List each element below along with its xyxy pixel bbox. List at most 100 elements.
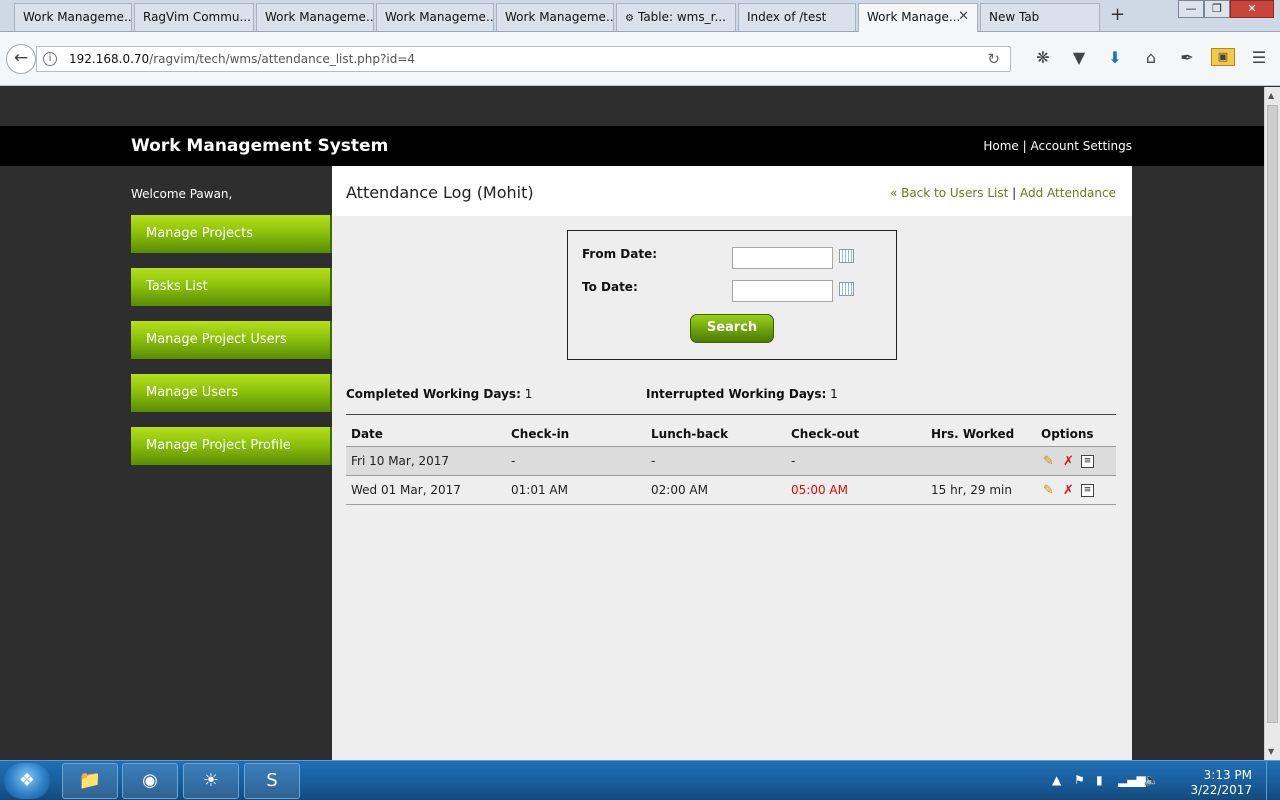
column-header: Lunch-back <box>646 414 786 447</box>
home-icon[interactable]: ⌂ <box>1133 48 1169 67</box>
details-list-icon[interactable]: ≡ <box>1081 454 1094 468</box>
sidebar-item-manage-projects[interactable]: Manage Projects <box>131 215 332 253</box>
minimize-icon[interactable]: — <box>1178 0 1204 18</box>
url-host: 192.168.0.70 <box>69 52 150 66</box>
action-center-flag-icon[interactable]: ⚑ <box>1074 773 1085 787</box>
tab-label: New Tab <box>989 10 1040 24</box>
chrome-icon[interactable]: ◉ <box>122 763 178 799</box>
table-row: Fri 10 Mar, 2017 - - - ✎ ✗ ≡ <box>346 446 1116 476</box>
interrupted-days-summary: Interrupted Working Days: 1 <box>646 387 838 401</box>
restore-icon[interactable]: ❐ <box>1204 0 1230 18</box>
new-tab-icon[interactable]: + <box>1110 4 1125 25</box>
from-date-input[interactable] <box>732 247 833 269</box>
account-settings-link[interactable]: Account Settings <box>1031 139 1132 153</box>
browser-tab[interactable]: ⚙ Table: wms_r... <box>616 3 736 31</box>
column-header: Date <box>346 414 506 447</box>
scroll-down-arrow-icon[interactable]: ▼ <box>1268 747 1274 756</box>
content-header: Attendance Log (Mohit) « Back to Users L… <box>332 166 1132 216</box>
scroll-up-arrow-icon[interactable]: ▲ <box>1268 91 1274 100</box>
extension-icon[interactable]: ❋ <box>1025 48 1061 67</box>
system-clock[interactable]: 3:13 PM 3/22/2017 <box>1182 768 1252 798</box>
edit-pencil-icon[interactable]: ✎ <box>1041 454 1056 469</box>
link-separator: | <box>1012 186 1017 200</box>
search-button[interactable]: Search <box>690 314 774 343</box>
network-signal-icon[interactable]: ▂▄▆ <box>1118 773 1146 787</box>
tab-label: Work Manageme... <box>23 10 132 24</box>
main-content: Attendance Log (Mohit) « Back to Users L… <box>332 166 1132 760</box>
add-attendance-link[interactable]: Add Attendance <box>1020 186 1116 200</box>
nav-separator: | <box>1022 139 1027 153</box>
delete-x-icon[interactable]: ✗ <box>1061 454 1076 469</box>
cell-date: Wed 01 Mar, 2017 <box>346 475 506 505</box>
menu-icon[interactable]: ☰ <box>1241 48 1277 67</box>
page-scrollbar[interactable]: ▲ ▼ <box>1264 87 1280 760</box>
tab-favicon: ⚙ <box>625 13 634 24</box>
screenshot-icon[interactable]: ▣ <box>1211 48 1235 66</box>
browser-tab[interactable]: RagVim Commu... <box>134 3 254 31</box>
cell-lunch-back: - <box>646 446 786 476</box>
browser-tab[interactable]: Index of /test <box>738 3 856 31</box>
calendar-icon[interactable] <box>839 249 854 263</box>
browser-nav-bar: ← i 192.168.0.70/ragvim/tech/wms/attenda… <box>0 32 1280 86</box>
cell-checkin: 01:01 AM <box>506 475 646 505</box>
volume-icon[interactable]: 🔈 <box>1144 773 1159 787</box>
clock-time: 3:13 PM <box>1203 768 1252 782</box>
cell-checkout: - <box>786 446 926 476</box>
sidebar-item-label: Manage Users <box>146 385 239 400</box>
column-header: Check-out <box>786 414 926 447</box>
info-icon[interactable]: i <box>43 52 57 66</box>
sublime-text-icon[interactable]: S <box>244 763 300 799</box>
details-list-icon[interactable]: ≡ <box>1081 483 1094 497</box>
browser-tab[interactable]: Work Manageme... <box>14 3 132 31</box>
url-path: /ragvim/tech/wms/attendance_list.php?id=… <box>149 52 416 66</box>
back-arrow-icon[interactable]: ← <box>6 44 36 74</box>
scroll-thumb[interactable] <box>1267 105 1278 723</box>
delete-x-icon[interactable]: ✗ <box>1061 483 1076 498</box>
download-icon[interactable]: ⬇ <box>1097 48 1133 67</box>
firefox-icon[interactable]: ☀ <box>183 763 239 799</box>
address-bar[interactable]: i 192.168.0.70/ragvim/tech/wms/attendanc… <box>36 46 1011 72</box>
header-nav: Home | Account Settings <box>983 139 1132 153</box>
sidebar-item-manage-project-users[interactable]: Manage Project Users <box>131 321 332 359</box>
reload-icon[interactable]: ↻ <box>987 50 1000 68</box>
cell-hours <box>926 446 1036 476</box>
completed-days-label: Completed Working Days: <box>346 387 521 401</box>
show-desktop-button[interactable] <box>1266 761 1280 800</box>
content-links: « Back to Users List | Add Attendance <box>890 186 1116 200</box>
start-button-icon[interactable]: ❖ <box>4 763 50 799</box>
tab-label: Work Manageme... <box>505 10 614 24</box>
close-tab-icon[interactable]: ✕ <box>958 9 969 24</box>
table-row: Wed 01 Mar, 2017 01:01 AM 02:00 AM 05:00… <box>346 475 1116 505</box>
file-explorer-icon[interactable]: 📁 <box>62 763 118 799</box>
completed-days-summary: Completed Working Days: 1 <box>346 387 532 401</box>
pocket-icon[interactable]: ▼ <box>1061 48 1097 67</box>
tools-icon[interactable]: ✒ <box>1169 48 1205 67</box>
browser-tab[interactable]: Work Manageme... <box>496 3 614 31</box>
sidebar-item-manage-users[interactable]: Manage Users <box>131 374 332 412</box>
completed-days-value: 1 <box>524 387 533 401</box>
to-date-input[interactable] <box>732 280 833 302</box>
sidebar-item-label: Manage Projects <box>146 226 254 241</box>
browser-tab[interactable]: Work Manageme... <box>376 3 494 31</box>
sidebar-item-tasks-list[interactable]: Tasks List <box>131 268 332 306</box>
attendance-table: Date Check-in Lunch-back Check-out Hrs. … <box>346 414 1116 505</box>
tray-expand-icon[interactable]: ▲ <box>1052 773 1061 787</box>
back-to-users-link[interactable]: « Back to Users List <box>890 186 1008 200</box>
calendar-icon[interactable] <box>839 282 854 296</box>
edit-pencil-icon[interactable]: ✎ <box>1041 483 1056 498</box>
tab-label: Work Manageme... <box>385 10 494 24</box>
date-search-form: From Date: To Date: Search <box>567 230 897 360</box>
power-icon[interactable]: ▮ <box>1096 773 1103 787</box>
clock-date: 3/22/2017 <box>1190 783 1252 797</box>
browser-tab[interactable]: New Tab <box>980 3 1100 31</box>
cell-checkout: 05:00 AM <box>786 475 926 505</box>
close-window-icon[interactable]: ✕ <box>1230 0 1274 18</box>
tab-label: RagVim Commu... <box>143 10 251 24</box>
sidebar-item-manage-project-profile[interactable]: Manage Project Profile <box>131 427 332 465</box>
tab-label: Work Manage... <box>867 10 961 24</box>
browser-tab-active[interactable]: Work Manage... ✕ <box>858 3 978 33</box>
interrupted-days-label: Interrupted Working Days: <box>646 387 827 401</box>
home-link[interactable]: Home <box>983 139 1018 153</box>
from-date-label: From Date: <box>582 247 658 261</box>
browser-tab[interactable]: Work Manageme... <box>256 3 374 31</box>
